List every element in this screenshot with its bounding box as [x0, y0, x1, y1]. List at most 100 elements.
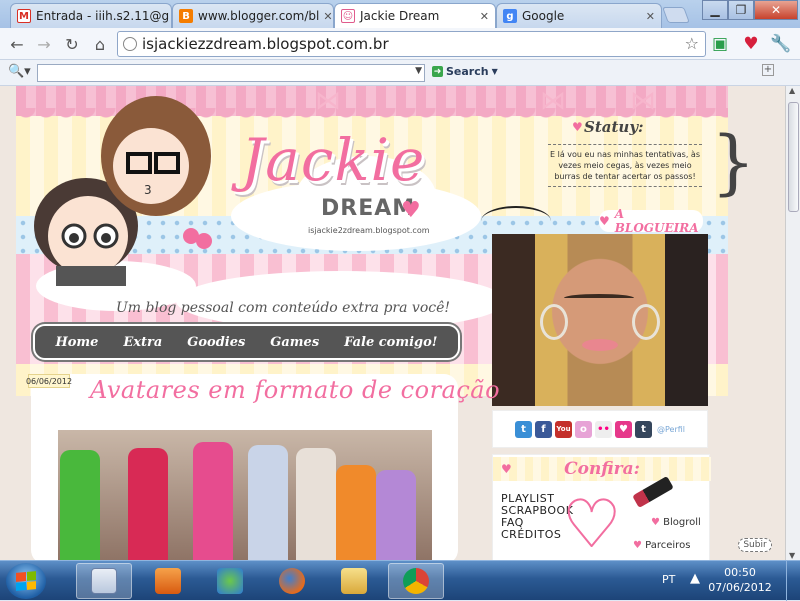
scroll-up-icon[interactable]: ▲	[789, 86, 795, 95]
document-icon	[91, 568, 117, 594]
new-tab-button[interactable]	[662, 7, 690, 23]
network-icon[interactable]: ▲	[690, 571, 700, 586]
tab-blogger[interactable]: B www.blogger.com/bl ✕	[172, 3, 334, 28]
chrome-icon	[403, 568, 429, 594]
flickr-icon[interactable]: ••	[594, 420, 612, 438]
photo-detail	[632, 304, 660, 340]
twitter-icon[interactable]: t	[514, 420, 532, 438]
forward-icon[interactable]: →	[33, 34, 55, 54]
taskbar-chrome[interactable]	[388, 563, 444, 599]
heart-icon: ♥	[599, 214, 610, 228]
taskbar-word-app[interactable]	[76, 563, 132, 599]
heart-icon: ♥	[633, 540, 642, 551]
back-icon[interactable]: ←	[6, 34, 28, 54]
taskbar-firefox[interactable]	[264, 563, 320, 599]
search-icon[interactable]: 🔍▾	[8, 64, 31, 79]
messenger-icon	[217, 568, 243, 594]
start-button[interactable]	[6, 563, 46, 599]
curved-arrow-decoration	[481, 206, 551, 236]
heart-icon: ♥	[651, 517, 660, 528]
lip-balm-shape	[376, 470, 416, 560]
nav-contact[interactable]: Fale comigo!	[344, 335, 437, 350]
heart-icon: ♥	[501, 462, 512, 476]
maximize-button[interactable]: ❐	[728, 0, 754, 20]
youtube-icon[interactable]: You	[554, 420, 572, 438]
media-player-icon	[155, 568, 181, 594]
heart-extension-icon[interactable]: ♥	[740, 33, 762, 55]
page-info-icon[interactable]	[123, 37, 137, 51]
nav-games[interactable]: Games	[270, 335, 319, 350]
nav-home[interactable]: Home	[55, 335, 98, 350]
close-tab-icon[interactable]: ✕	[476, 10, 489, 23]
facebook-icon[interactable]: f	[534, 420, 552, 438]
parceiros-link[interactable]: ♥ Parceiros	[633, 540, 690, 551]
home-icon[interactable]: ⌂	[89, 34, 111, 54]
post-title[interactable]: Avatares em formato de coração	[90, 376, 500, 404]
parceiros-label: Parceiros	[645, 540, 691, 551]
author-photo[interactable]	[492, 234, 708, 406]
bookmark-star-icon[interactable]: ☆	[685, 34, 699, 53]
tab-google[interactable]: g Google ✕	[496, 3, 662, 28]
blogroll-link[interactable]: ♥ Blogroll	[651, 517, 701, 528]
blogger-icon: B	[179, 9, 193, 23]
show-desktop-button[interactable]	[786, 561, 800, 601]
nav-goodies[interactable]: Goodies	[187, 335, 245, 350]
reload-icon[interactable]: ↻	[61, 34, 83, 54]
blogueira-label: ♥ A BLOGUEIRA	[599, 207, 703, 235]
firefox-icon	[279, 568, 305, 594]
taskbar-media-player[interactable]	[140, 563, 196, 599]
status-box: ♥ Statuy: E lá vou eu nas minhas tentati…	[544, 116, 704, 201]
windows-taskbar: PT ▲ 00:50 07/06/2012	[0, 560, 800, 601]
close-tab-icon[interactable]: ✕	[319, 10, 332, 23]
social-icons-bar: t f You o •• ♥ t @Perfil	[492, 410, 708, 448]
blogroll-label: Blogroll	[663, 517, 701, 528]
bow-icon: ⋈	[540, 86, 566, 116]
orkut-icon[interactable]: o	[574, 420, 592, 438]
close-window-button[interactable]: ✕	[754, 0, 798, 20]
lip-balm-shape	[60, 450, 100, 560]
back-to-top-button[interactable]: Subir	[738, 538, 772, 552]
taskbar-explorer[interactable]	[326, 563, 382, 599]
status-text: E lá vou eu nas minhas tentativas, às ve…	[548, 144, 702, 187]
tab-gmail[interactable]: M Entrada - iiih.s2.11@g ✕	[10, 3, 172, 28]
page-viewport: ⋈ ⋈ ⋈ 3 Jackie DREAM ♥ isjackie2zdream.b…	[0, 86, 785, 560]
chevron-down-icon[interactable]: ▼	[415, 66, 422, 76]
heart-icon[interactable]: ♥	[614, 420, 632, 438]
tab-label: www.blogger.com/bl	[198, 9, 320, 23]
blog-tagline: Um blog pessoal com conteúdo extra pra v…	[116, 300, 451, 316]
close-tab-icon[interactable]: ✕	[642, 10, 655, 23]
page-scrollbar[interactable]: ▲ ▼	[785, 86, 800, 560]
perfil-link[interactable]: @Perfil	[657, 425, 685, 434]
wrench-icon[interactable]: 🔧	[770, 33, 792, 55]
bow-icon: ⋈	[630, 86, 656, 116]
photo-detail	[582, 339, 618, 351]
heart-icon: ♥	[572, 120, 583, 134]
blogueira-text: A BLOGUEIRA	[614, 207, 699, 235]
scroll-down-icon[interactable]: ▼	[789, 551, 795, 560]
nav-extra[interactable]: Extra	[123, 335, 162, 350]
kitty-icon: ☺	[341, 9, 355, 23]
tab-label: Google	[522, 9, 565, 23]
confira-title: ♥ Confira:	[493, 457, 711, 481]
taskbar-messenger[interactable]	[202, 563, 258, 599]
minimize-button[interactable]: ▁	[702, 0, 728, 20]
tumblr-icon[interactable]: t	[634, 420, 652, 438]
extension-icon[interactable]: ▣	[709, 33, 731, 55]
post-image-lip-balms[interactable]	[58, 430, 432, 560]
search-button[interactable]: ➜ Search ▼	[432, 65, 498, 78]
chevron-down-icon: ▼	[491, 67, 498, 76]
system-clock[interactable]: 00:50 07/06/2012	[700, 565, 780, 595]
blog-logo-title[interactable]: Jackie	[241, 126, 425, 194]
plus-icon[interactable]: +	[762, 64, 774, 76]
search-input[interactable]: ▼	[37, 64, 425, 82]
browser-toolbar: ← → ↻ ⌂ isjackiezzdream.blogspot.com.br …	[0, 28, 800, 60]
tab-jackie-dream[interactable]: ☺ Jackie Dream ✕	[334, 3, 496, 28]
language-indicator[interactable]: PT	[662, 573, 675, 586]
heart-icon: ♥	[401, 198, 421, 223]
search-arrow-icon: ➜	[432, 66, 443, 77]
clock-date: 07/06/2012	[708, 581, 772, 594]
confira-widget: ♥ Confira: PLAYLIST SCRAPBOOK FAQ CRÉDIT…	[492, 454, 711, 560]
address-bar[interactable]: isjackiezzdream.blogspot.com.br ☆	[117, 31, 706, 57]
search-button-label: Search	[446, 65, 489, 78]
scrollbar-thumb[interactable]	[788, 102, 799, 212]
